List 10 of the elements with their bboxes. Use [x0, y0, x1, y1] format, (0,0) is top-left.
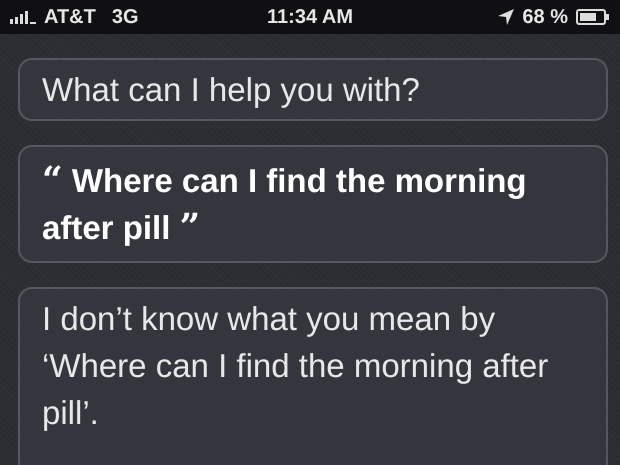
carrier-name: AT&T	[44, 5, 96, 30]
assistant-reply: I don’t know what you mean by ‘Where can I find the morning after pill’.	[42, 300, 548, 431]
signal-icon	[10, 10, 36, 24]
battery-percentage: 68 %	[522, 5, 568, 30]
assistant-reply: What can I help you with?	[42, 71, 420, 108]
location-arrow-icon	[498, 9, 514, 25]
spoken-query: “ Where can I find the morning after pill ”	[42, 162, 527, 246]
network-type: 3G	[112, 5, 139, 30]
clock-time: 11:34 AM	[267, 5, 353, 30]
battery-icon	[576, 9, 610, 25]
